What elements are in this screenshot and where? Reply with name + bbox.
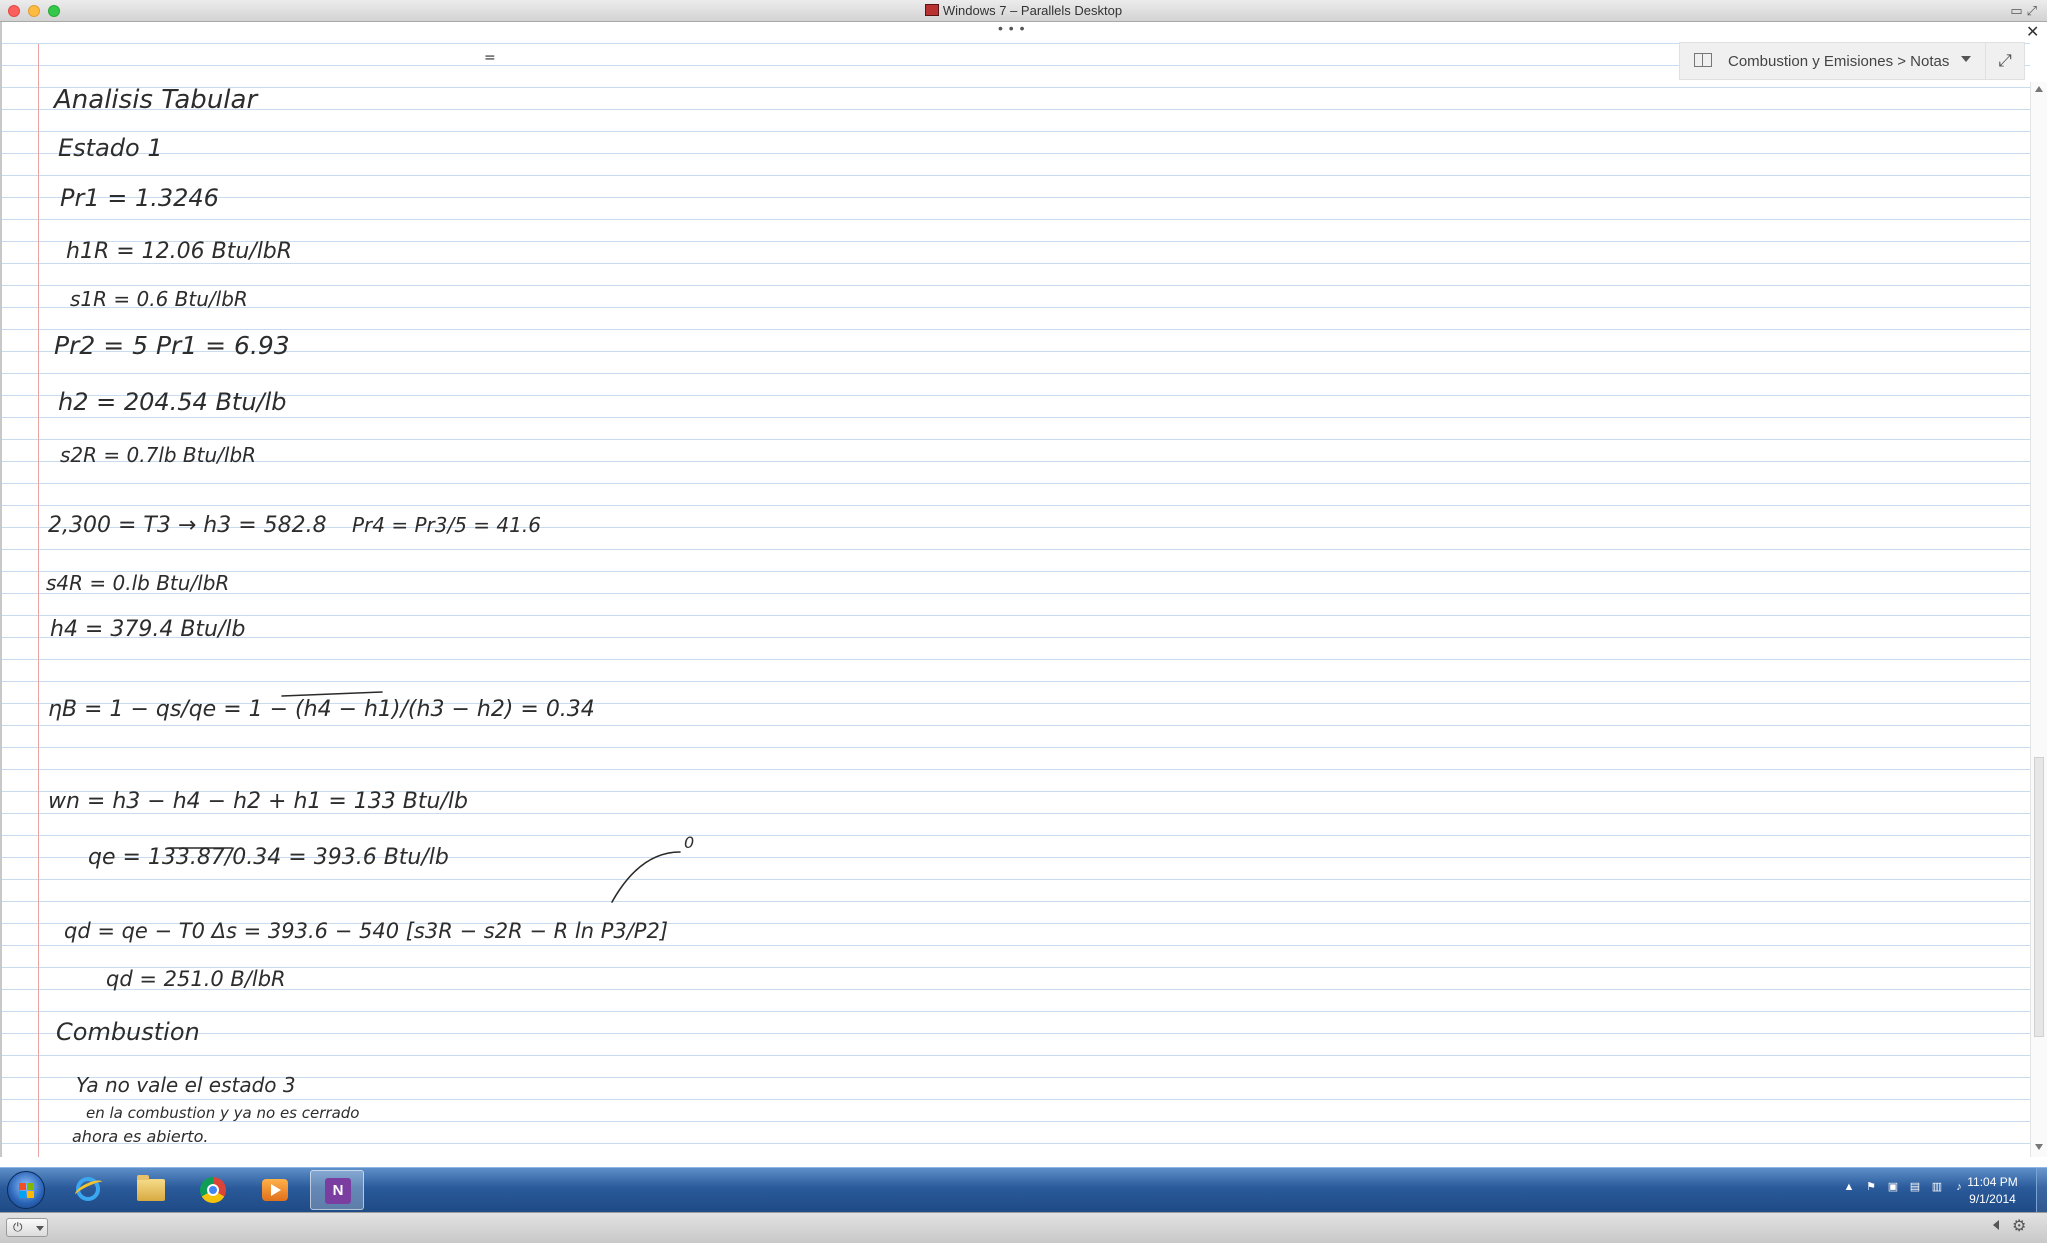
scroll-down-icon[interactable] xyxy=(2035,1144,2043,1150)
ink-s2: s2R = 0.7lb Btu/lbR xyxy=(60,443,256,467)
window-title: Windows 7 – Parallels Desktop xyxy=(0,3,2047,18)
internet-explorer-icon xyxy=(76,1177,100,1201)
ink-combustion-line1: Ya no vale el estado 3 xyxy=(76,1073,296,1097)
folder-icon xyxy=(137,1175,165,1201)
ink-zero: 0 xyxy=(684,833,694,852)
window-title-bar: Windows 7 – Parallels Desktop ▭⤢ xyxy=(0,0,2047,22)
network-icon[interactable]: ▥ xyxy=(1930,1180,1944,1194)
ink-wn: wn = h3 − h4 − h2 + h1 = 133 Btu/lb xyxy=(48,789,468,814)
vertical-scroll-thumb[interactable] xyxy=(2034,757,2044,1037)
taskbar-onenote[interactable]: N xyxy=(310,1170,364,1210)
parallels-tools-icon[interactable]: ▤ xyxy=(1908,1180,1922,1194)
show-hidden-icons-icon[interactable]: ▲ xyxy=(1842,1180,1856,1194)
collapse-left-icon[interactable] xyxy=(1993,1220,1999,1230)
taskbar-google-chrome[interactable] xyxy=(186,1170,240,1210)
chrome-icon xyxy=(200,1177,226,1203)
gear-icon[interactable]: ⚙ xyxy=(2012,1216,2026,1236)
ink-pr4: Pr4 = Pr3/5 = 41.6 xyxy=(352,513,541,537)
media-player-icon xyxy=(262,1179,288,1201)
power-menu-button[interactable]: ⏻ xyxy=(6,1218,48,1237)
ink-dash: = xyxy=(484,50,496,66)
ink-heading: Analisis Tabular xyxy=(52,85,259,115)
parallels-status-bar: ⏻ ⚙ xyxy=(0,1212,2047,1243)
handwritten-ink: = Analisis Tabular Estado 1 Pr1 = 1.3246… xyxy=(46,50,694,1146)
start-button[interactable] xyxy=(7,1171,45,1209)
ink-fraction-bar xyxy=(281,691,383,697)
onenote-page[interactable]: • • • ✕ Combustion y Emisiones > Notas ⤢… xyxy=(0,22,2047,1157)
ink-t3: 2,300 = T3 → h3 = 582.8 xyxy=(48,513,327,538)
ink-qe: qe = 133.87/0.34 = 393.6 Btu/lb xyxy=(88,845,449,870)
clock-time[interactable]: 11:04 PM xyxy=(1955,1175,2030,1189)
action-center-flag-icon[interactable]: ⚑ xyxy=(1864,1180,1878,1194)
vertical-scrollbar[interactable] xyxy=(2030,82,2047,1157)
ink-qd-result: qd = 251.0 B/lbR xyxy=(106,967,286,991)
parallels-vm-icon xyxy=(924,4,939,16)
ink-combustion-line3: ahora es abierto. xyxy=(72,1127,208,1146)
ink-pr2: Pr2 = 5 Pr1 = 6.93 xyxy=(54,331,290,360)
onenote-icon: N xyxy=(325,1178,351,1204)
ink-h2: h2 = 204.54 Btu/lb xyxy=(58,388,287,416)
taskbar-media-player[interactable] xyxy=(248,1170,302,1210)
windows-logo-icon xyxy=(27,1183,34,1190)
windows-logo-icon xyxy=(19,1183,26,1190)
ink-estado: Estado 1 xyxy=(58,134,163,162)
show-desktop-button[interactable] xyxy=(2036,1168,2047,1212)
title-bar-right-icons[interactable]: ▭⤢ xyxy=(2010,3,2041,19)
window-title-text: Windows 7 – Parallels Desktop xyxy=(942,3,1123,18)
usb-device-icon[interactable]: ▣ xyxy=(1886,1180,1900,1194)
chevron-down-icon xyxy=(36,1226,44,1231)
windows-logo-icon xyxy=(27,1191,34,1198)
ink-cancel-arrow xyxy=(611,851,681,903)
taskbar-internet-explorer[interactable] xyxy=(62,1170,116,1210)
ink-combustion-line2: en la combustion y ya no es cerrado xyxy=(86,1104,359,1122)
windows-taskbar: N ▲ ⚑ ▣ ▤ ▥ ♪ 11:04 PM 9/1/2014 xyxy=(0,1167,2047,1212)
windows-logo-icon xyxy=(19,1191,26,1198)
ink-h4: h4 = 379.4 Btu/lb xyxy=(50,617,246,642)
ink-pr1: Pr1 = 1.3246 xyxy=(60,184,219,212)
scroll-up-icon[interactable] xyxy=(2035,86,2043,92)
power-icon: ⏻ xyxy=(13,1220,23,1234)
ink-s4: s4R = 0.lb Btu/lbR xyxy=(46,571,229,595)
ink-combustion-heading: Combustion xyxy=(56,1018,200,1046)
ink-s1: s1R = 0.6 Btu/lbR xyxy=(70,287,248,311)
ink-qd: qd = qe − T0 Δs = 393.6 − 540 [s3R − s2R… xyxy=(64,919,668,943)
ink-eta: ηB = 1 − qs/qe = 1 − (h4 − h1)/(h3 − h2)… xyxy=(48,697,595,722)
taskbar-windows-explorer[interactable] xyxy=(124,1170,178,1210)
clock-date[interactable]: 9/1/2014 xyxy=(1955,1192,2030,1206)
ink-h1: h1R = 12.06 Btu/lbR xyxy=(66,239,292,264)
